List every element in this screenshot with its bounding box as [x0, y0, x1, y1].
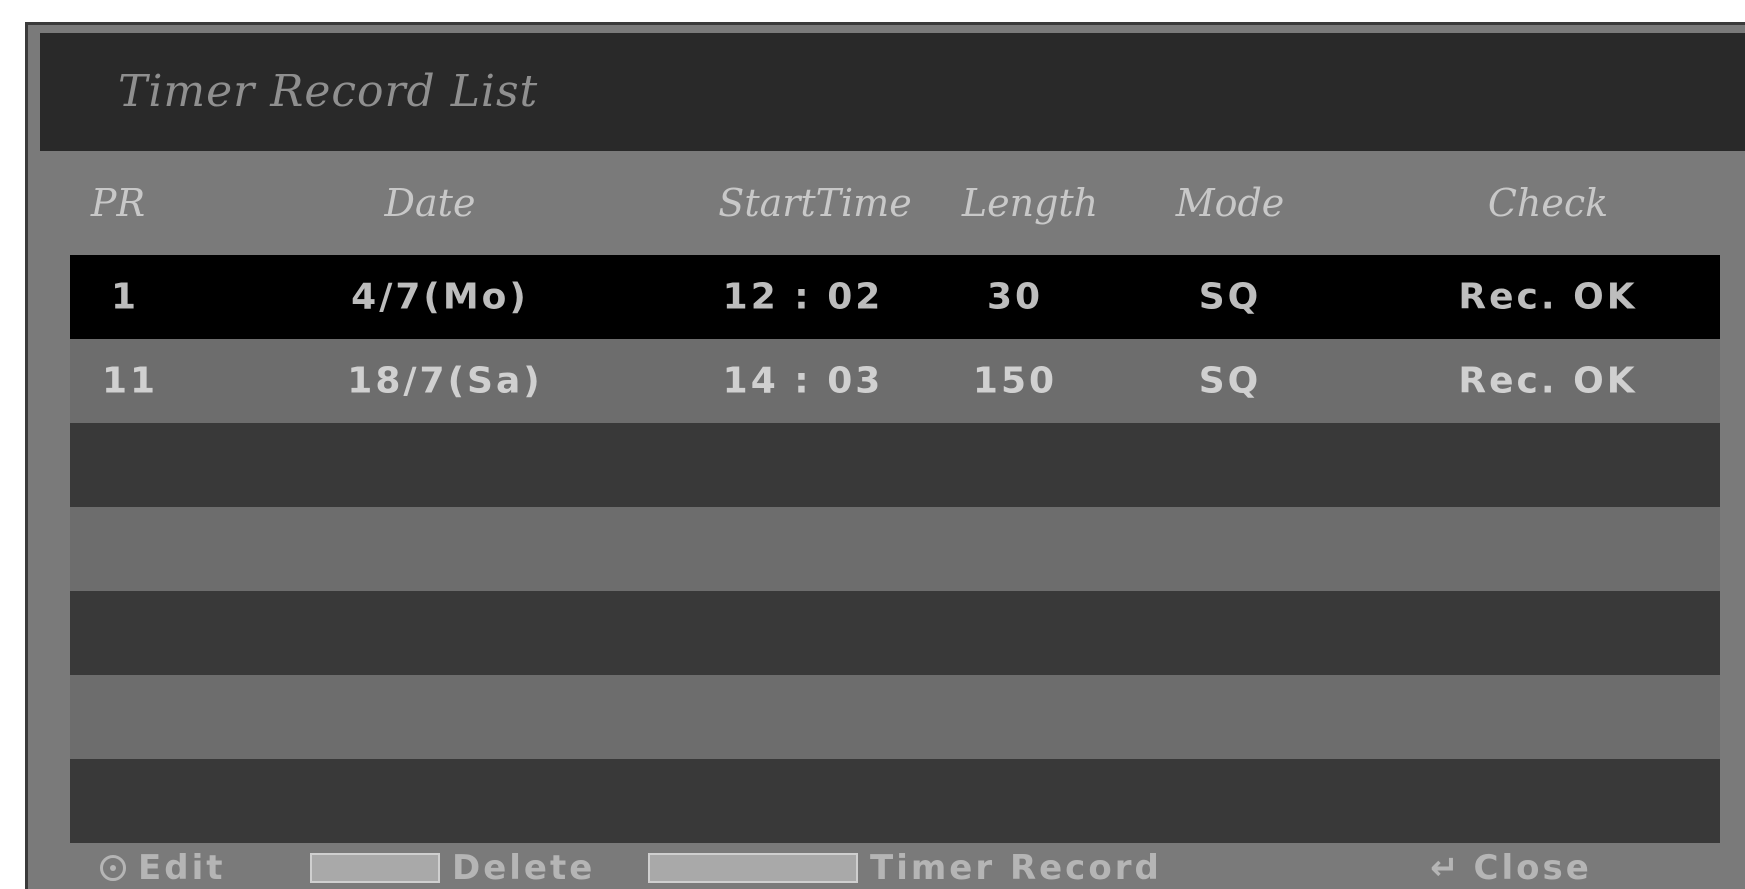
- column-header-start-time: StartTime: [718, 181, 912, 225]
- record-list: 1 4/7(Mo) 12 : 02 30 SQ Rec. OK 11 18/7(…: [70, 255, 1720, 843]
- record-start-time: 12 : 02: [722, 276, 884, 318]
- column-header-date: Date: [384, 181, 476, 225]
- record-check: Rec. OK: [1458, 360, 1638, 402]
- record-length: 30: [986, 276, 1044, 318]
- footer-edit-hint: Edit: [100, 843, 225, 889]
- record-date: 18/7(Sa): [347, 360, 543, 402]
- close-label: Close: [1473, 847, 1592, 888]
- return-icon: ↵: [1430, 847, 1462, 888]
- edit-label: Edit: [138, 847, 226, 888]
- footer-close-hint: ↵ Close: [1430, 843, 1592, 889]
- empty-record-row[interactable]: [70, 759, 1720, 843]
- record-check: Rec. OK: [1458, 276, 1638, 318]
- record-date: 4/7(Mo): [351, 276, 529, 318]
- timer-record-list-screen: Timer Record List PR Date StartTime Leng…: [25, 22, 1745, 889]
- empty-record-row[interactable]: [70, 423, 1720, 507]
- empty-record-row[interactable]: [70, 591, 1720, 675]
- column-header-row: PR Date StartTime Length Mode Check: [70, 151, 1745, 255]
- record-start-time: 14 : 03: [722, 360, 884, 402]
- timer-rec-key-icon: [648, 852, 858, 883]
- record-mode: SQ: [1198, 360, 1262, 402]
- column-header-pr: PR: [90, 181, 146, 225]
- delete-label: Delete: [452, 847, 596, 888]
- clear-key-icon: [310, 852, 440, 883]
- record-length: 150: [972, 360, 1058, 402]
- record-row[interactable]: 1 4/7(Mo) 12 : 02 30 SQ Rec. OK: [70, 255, 1720, 339]
- enter-icon: [100, 854, 126, 881]
- record-mode: SQ: [1198, 276, 1262, 318]
- timer-record-label: Timer Record: [870, 847, 1162, 888]
- footer-delete-hint: Delete: [310, 843, 595, 889]
- record-pr: 11: [101, 360, 159, 402]
- empty-record-row[interactable]: [70, 675, 1720, 759]
- empty-record-row[interactable]: [70, 507, 1720, 591]
- footer-help-bar: Edit Delete Timer Record ↵ Close: [70, 843, 1745, 889]
- page-title: Timer Record List: [40, 33, 1745, 151]
- record-pr: 1: [110, 276, 140, 318]
- column-header-check: Check: [1487, 181, 1609, 225]
- footer-timer-record-hint: Timer Record: [648, 843, 1162, 889]
- column-header-length: Length: [961, 181, 1099, 225]
- column-header-mode: Mode: [1175, 181, 1285, 225]
- record-row[interactable]: 11 18/7(Sa) 14 : 03 150 SQ Rec. OK: [70, 339, 1720, 423]
